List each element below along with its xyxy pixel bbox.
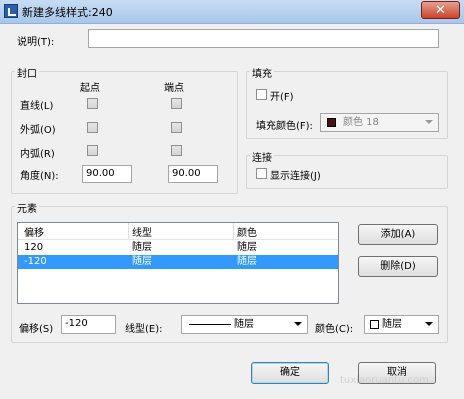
column-header-linetype[interactable]: 线型 <box>132 224 152 239</box>
table-row-selected[interactable]: -120 随层 随层 <box>18 255 338 269</box>
caps-end-header: 端点 <box>164 83 184 94</box>
row-offset: -120 <box>24 256 47 267</box>
close-button[interactable]: ✕ <box>421 1 460 19</box>
caps-inner-arc-label: 内弧(R) <box>20 149 55 160</box>
caps-angle-start-input[interactable]: 90.00 <box>82 165 132 183</box>
chevron-down-icon <box>294 322 302 326</box>
caps-outer-arc-end-checkbox[interactable] <box>171 122 182 133</box>
element-color-swatch <box>370 320 379 329</box>
elements-list-header: 偏移 线型 颜色 <box>18 223 338 240</box>
fill-color-dropdown[interactable]: 颜色 18 <box>320 113 439 132</box>
column-separator <box>233 223 234 239</box>
caps-angle-end-input[interactable]: 90.00 <box>168 165 218 183</box>
fill-on-label: 开(F) <box>270 92 294 103</box>
show-connect-checkbox[interactable] <box>256 168 267 179</box>
fill-group-title: 填充 <box>250 65 274 80</box>
chevron-down-icon <box>425 322 433 326</box>
description-label: 说明(T): <box>17 37 55 48</box>
offset-label: 偏移(S) <box>19 324 54 335</box>
elements-group-title: 元素 <box>15 200 39 215</box>
table-row[interactable]: 120 随层 随层 <box>18 241 338 255</box>
caps-angle-label: 角度(N): <box>20 171 59 182</box>
chevron-down-icon <box>425 120 433 124</box>
app-icon <box>4 4 18 18</box>
delete-button[interactable]: 删除(D) <box>358 256 438 277</box>
fill-color-label: 填充颜色(F): <box>256 121 313 132</box>
title-bar: 新建多线样式:240 ✕ <box>0 0 464 24</box>
elements-list[interactable]: 偏移 线型 颜色 120 随层 随层 -120 随层 随层 <box>17 222 339 304</box>
offset-input[interactable]: -120 <box>61 315 116 334</box>
ok-button[interactable]: 确定 <box>251 362 329 384</box>
caps-group-title: 封口 <box>15 65 39 80</box>
column-separator <box>128 223 129 239</box>
row-linetype: 随层 <box>132 256 152 267</box>
linetype-value: 随层 <box>234 319 254 330</box>
row-offset: 120 <box>24 242 44 253</box>
caps-outer-arc-start-checkbox[interactable] <box>87 122 98 133</box>
caps-line-end-checkbox[interactable] <box>171 98 182 109</box>
column-header-offset[interactable]: 偏移 <box>24 224 44 239</box>
fill-color-swatch <box>327 118 336 127</box>
caps-outer-arc-label: 外弧(O) <box>20 125 56 136</box>
row-color: 随层 <box>237 256 257 267</box>
row-color: 随层 <box>237 242 257 253</box>
element-color-value: 随层 <box>382 319 402 330</box>
fill-color-value: 颜色 18 <box>343 117 379 128</box>
window-title: 新建多线样式:240 <box>22 6 113 19</box>
watermark: tuxiaoruantu.com <box>340 375 429 386</box>
caps-line-start-checkbox[interactable] <box>87 98 98 109</box>
linetype-sample <box>189 324 231 325</box>
fill-on-checkbox[interactable] <box>256 89 267 100</box>
caps-inner-arc-start-checkbox[interactable] <box>87 145 98 156</box>
caps-start-header: 起点 <box>80 83 100 94</box>
caps-inner-arc-end-checkbox[interactable] <box>171 145 182 156</box>
description-input[interactable] <box>88 29 439 48</box>
element-color-label: 颜色(C): <box>315 324 354 335</box>
show-connect-label: 显示连接(J) <box>270 171 321 182</box>
linetype-label: 线型(E): <box>125 324 163 335</box>
linetype-dropdown[interactable]: 随层 <box>181 315 308 334</box>
add-button[interactable]: 添加(A) <box>358 224 438 245</box>
connect-group-title: 连接 <box>250 149 274 164</box>
column-header-color[interactable]: 颜色 <box>237 224 257 239</box>
caps-line-label: 直线(L) <box>20 101 54 112</box>
close-icon: ✕ <box>435 3 446 18</box>
row-linetype: 随层 <box>132 242 152 253</box>
element-color-dropdown[interactable]: 随层 <box>364 315 439 334</box>
